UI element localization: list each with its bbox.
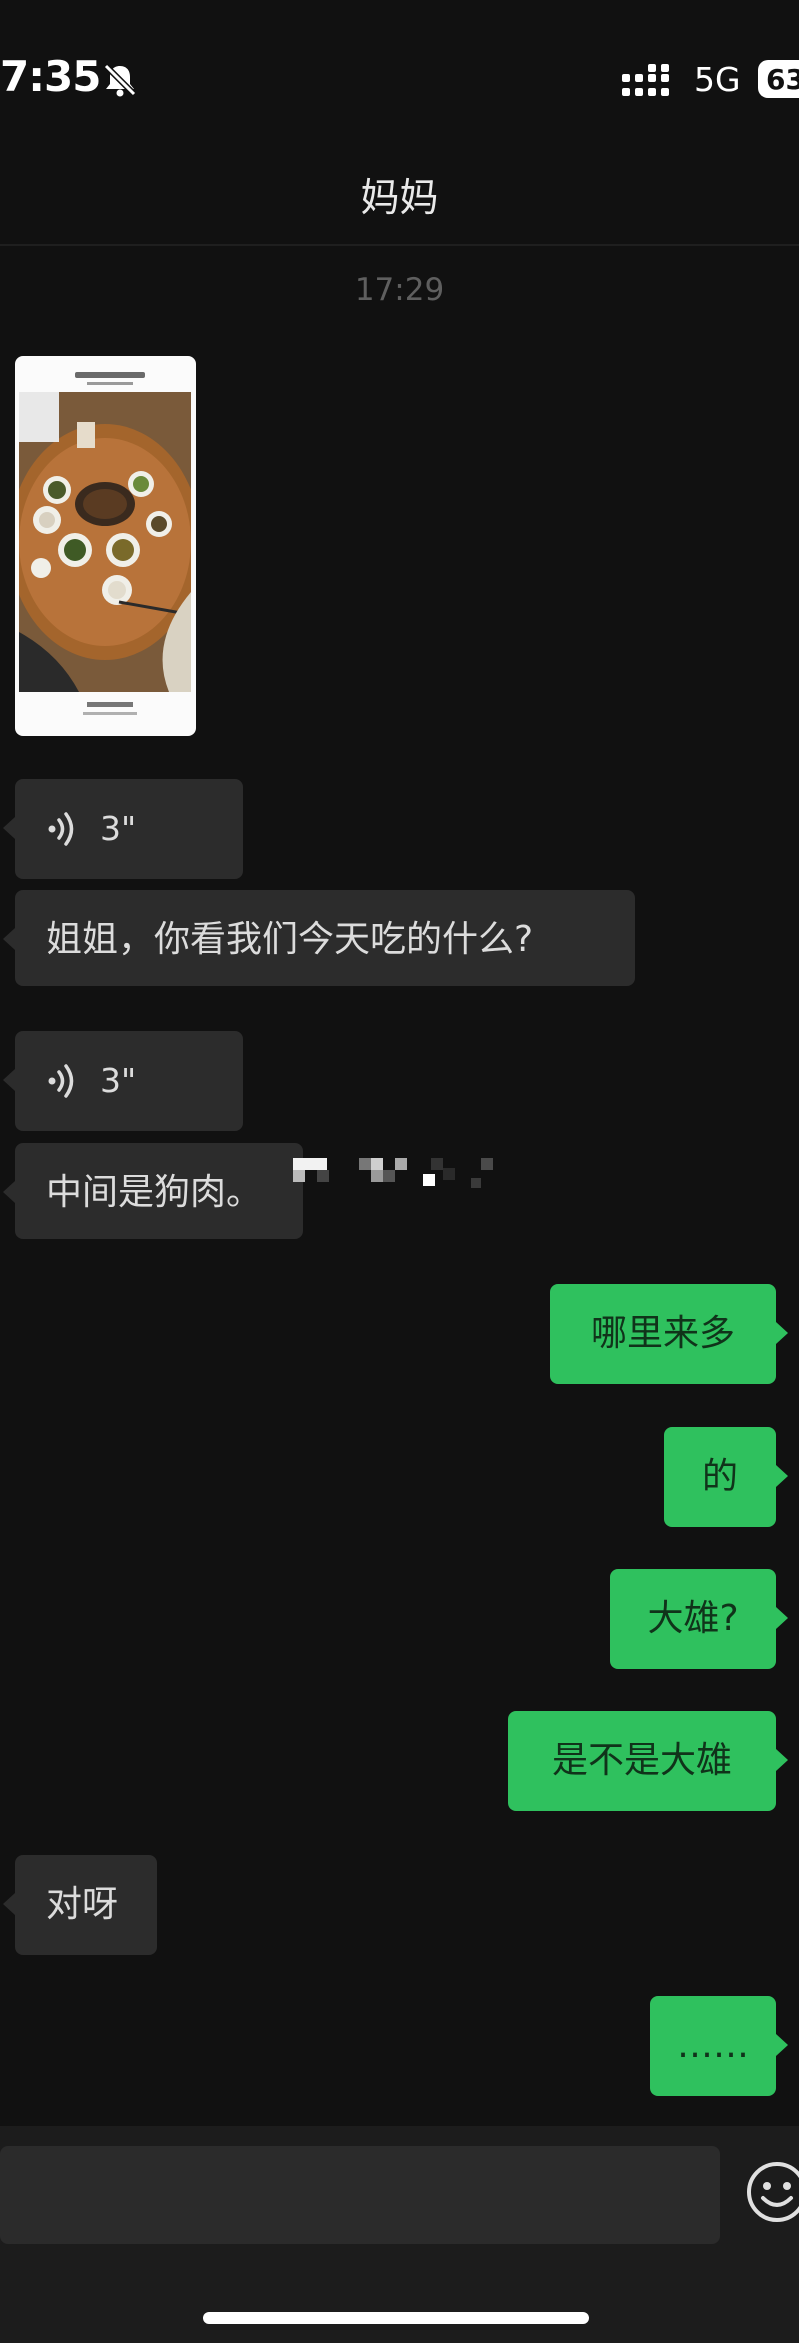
watermark-caption [87, 702, 133, 707]
outgoing-text-message[interactable]: …… [650, 1996, 788, 2096]
signal-icon [622, 64, 669, 96]
voice-wave-icon [48, 1064, 74, 1098]
message-input[interactable] [0, 2146, 720, 2244]
watermark-brand [75, 372, 145, 378]
bell-mute-icon [102, 62, 138, 98]
redacted-pixelation [293, 1158, 493, 1188]
message-text: 大雄? [647, 1598, 739, 1639]
message-text: 的 [701, 1456, 738, 1497]
home-indicator[interactable] [203, 2312, 589, 2324]
watermark-subtitle [87, 382, 133, 385]
battery-icon: 63 [758, 60, 799, 98]
watermark-caption-sub [83, 712, 137, 715]
incoming-text-message[interactable]: 对呀 [3, 1855, 157, 1955]
voice-message[interactable]: 3" [3, 779, 243, 879]
voice-duration: 3" [100, 809, 137, 848]
message-text: …… [677, 2025, 749, 2066]
battery-level: 63 [766, 63, 799, 96]
message-text: 中间是狗肉。 [46, 1172, 263, 1213]
header-divider [0, 244, 799, 246]
outgoing-text-message[interactable]: 大雄? [610, 1569, 788, 1669]
message-text: 哪里来多 [590, 1313, 735, 1354]
voice-duration: 3" [100, 1061, 137, 1100]
message-text: 是不是大雄 [551, 1740, 732, 1781]
status-time: 7:35 [0, 52, 101, 101]
voice-wave-icon [48, 812, 74, 846]
emoji-icon[interactable] [745, 2160, 799, 2224]
chat-title[interactable]: 妈妈 [0, 167, 799, 223]
food-photo-thumbnail [19, 392, 191, 692]
outgoing-text-message[interactable]: 是不是大雄 [508, 1711, 788, 1811]
message-text: 对呀 [46, 1884, 119, 1925]
voice-message[interactable]: 3" [3, 1031, 243, 1131]
incoming-text-message[interactable]: 姐姐，你看我们今天吃的什么? [3, 890, 635, 986]
incoming-text-message[interactable]: 中间是狗肉。 [3, 1143, 303, 1239]
image-message[interactable] [15, 356, 196, 736]
message-timestamp: 17:29 [354, 272, 445, 308]
network-type: 5G [694, 60, 741, 99]
message-text: 姐姐，你看我们今天吃的什么? [46, 919, 534, 960]
outgoing-text-message[interactable]: 的 [664, 1427, 788, 1527]
outgoing-text-message[interactable]: 哪里来多 [550, 1284, 788, 1384]
